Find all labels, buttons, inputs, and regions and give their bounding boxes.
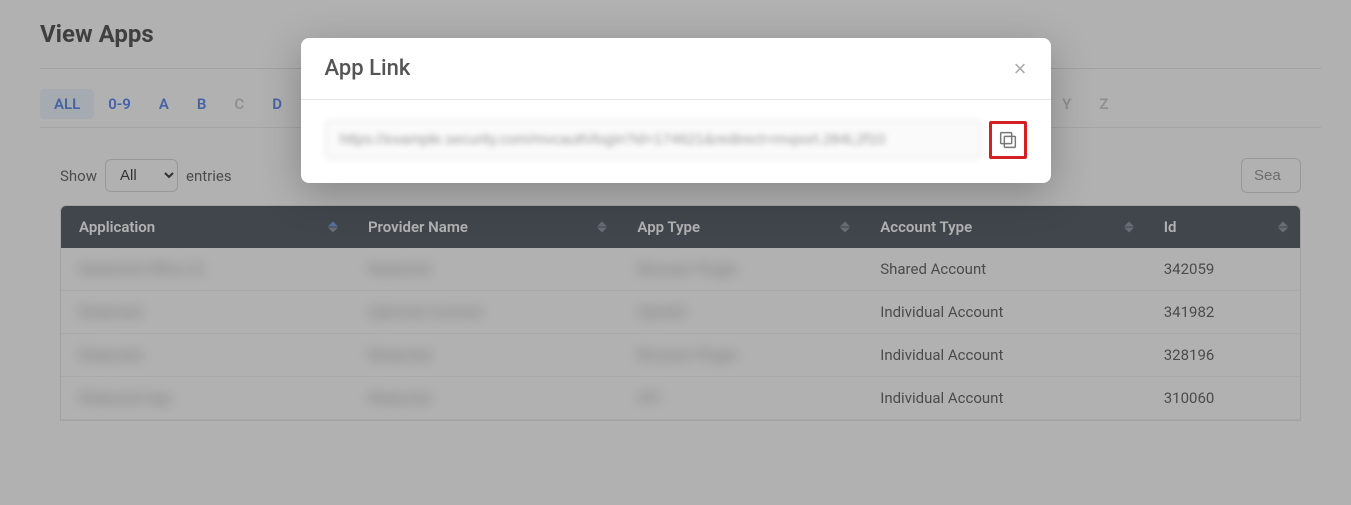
copy-icon: [997, 129, 1019, 151]
copy-button[interactable]: [989, 121, 1027, 159]
app-link-modal: App Link ×: [301, 38, 1051, 183]
close-button[interactable]: ×: [1014, 58, 1027, 80]
modal-body: [301, 100, 1051, 183]
modal-title: App Link: [325, 56, 411, 81]
modal-header: App Link ×: [301, 38, 1051, 100]
app-link-input[interactable]: [325, 120, 981, 159]
